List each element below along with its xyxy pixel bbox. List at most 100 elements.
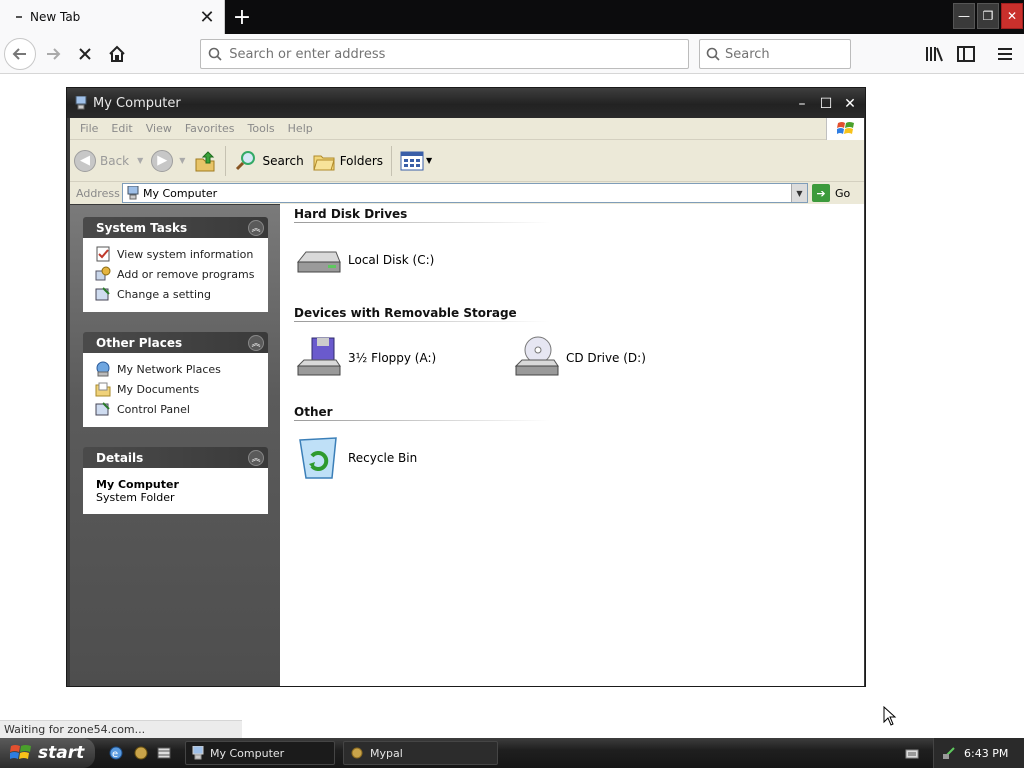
menu-tools[interactable]: Tools: [248, 122, 275, 135]
recycle-bin[interactable]: Recycle Bin: [294, 434, 417, 482]
url-bar[interactable]: [200, 39, 689, 69]
task-add-remove-programs[interactable]: Add or remove programs: [95, 264, 260, 284]
menu-edit[interactable]: Edit: [111, 122, 132, 135]
stop-button[interactable]: [69, 38, 101, 70]
item-label: Recycle Bin: [348, 451, 418, 465]
system-info-icon: [96, 246, 110, 262]
computer-icon: [127, 186, 139, 200]
computer-icon: [192, 746, 204, 760]
group-divider: [294, 321, 550, 322]
browser-status-bar: Waiting for zone54.com...: [0, 720, 242, 738]
taskbar-button-mypal[interactable]: Mypal: [343, 741, 498, 765]
window-minimize-button[interactable]: –: [792, 95, 812, 113]
other-places-title: Other Places: [96, 335, 183, 350]
control-panel-icon: [95, 402, 110, 416]
details-body: My Computer System Folder: [83, 468, 268, 514]
details-title: Details: [96, 450, 144, 465]
hamburger-menu-icon[interactable]: [993, 42, 1017, 66]
clock[interactable]: 6:43 PM: [964, 747, 1008, 760]
start-label: start: [38, 743, 85, 763]
window-close-button[interactable]: ✕: [840, 95, 860, 113]
item-label: Local Disk (C:): [348, 253, 435, 267]
sidebar-icon[interactable]: [954, 42, 978, 66]
place-my-documents[interactable]: My Documents: [95, 379, 260, 399]
start-button[interactable]: start: [0, 738, 95, 768]
tab-loading-icon: [16, 16, 22, 18]
browser-close-button[interactable]: ✕: [1001, 3, 1023, 29]
tab-new-tab[interactable]: New Tab ✕: [0, 0, 225, 34]
details-name: My Computer: [96, 478, 179, 491]
details-type: System Folder: [96, 491, 175, 504]
drive-floppy-a[interactable]: 3½ Floppy (A:): [294, 334, 436, 382]
mouse-pointer-icon: [883, 706, 897, 726]
menu-file[interactable]: File: [80, 122, 98, 135]
tab-close-icon[interactable]: ✕: [190, 0, 224, 34]
menu-help[interactable]: Help: [288, 122, 313, 135]
back-button[interactable]: ◀ Back ▼: [70, 143, 147, 179]
group-header-removable-storage: Devices with Removable Storage: [294, 306, 517, 320]
url-input[interactable]: [229, 46, 688, 62]
home-button[interactable]: [101, 38, 133, 70]
views-button[interactable]: ▼: [396, 143, 436, 179]
menu-view[interactable]: View: [146, 122, 172, 135]
task-label: View system information: [117, 247, 254, 261]
forward-button[interactable]: ▶ ▼: [147, 143, 189, 179]
collapse-icon[interactable]: ︽: [248, 449, 264, 466]
menu-favorites[interactable]: Favorites: [185, 122, 235, 135]
task-pane: System Tasks ︽ View system information A…: [70, 205, 280, 686]
browser-restore-button[interactable]: ❐: [977, 3, 999, 29]
address-field[interactable]: My Computer ▼: [122, 183, 808, 203]
task-view-system-information[interactable]: View system information: [95, 244, 260, 264]
cd-drive-icon: [514, 336, 559, 376]
place-control-panel[interactable]: Control Panel: [95, 399, 260, 419]
folders-icon: [313, 155, 335, 170]
drive-local-disk-c[interactable]: Local Disk (C:): [294, 236, 434, 284]
place-my-network-places[interactable]: My Network Places: [95, 359, 260, 379]
keyboard-icon[interactable]: [905, 746, 919, 760]
place-label: My Network Places: [117, 362, 221, 376]
item-label: CD Drive (D:): [566, 351, 646, 365]
details-header[interactable]: Details ︽: [83, 447, 268, 468]
media-quicklaunch-icon[interactable]: [156, 745, 172, 761]
forward-button[interactable]: [37, 38, 69, 70]
system-tasks-header[interactable]: System Tasks ︽: [83, 217, 268, 238]
mypal-quicklaunch-icon[interactable]: [133, 745, 149, 761]
new-tab-button[interactable]: +: [226, 0, 258, 34]
search-input[interactable]: [725, 46, 850, 62]
toolbar-separator: [225, 145, 227, 176]
system-tasks-body: View system information Add or remove pr…: [83, 238, 268, 312]
network-tray-icon[interactable]: [942, 746, 956, 760]
add-remove-programs-icon: [95, 266, 111, 281]
drive-cd-d[interactable]: CD Drive (D:): [512, 334, 646, 382]
stop-icon: [79, 48, 91, 60]
item-label: 3½ Floppy (A:): [348, 351, 437, 365]
search-bar[interactable]: [699, 39, 851, 69]
other-places-header[interactable]: Other Places ︽: [83, 332, 268, 353]
folders-button[interactable]: Folders: [308, 143, 387, 179]
collapse-icon[interactable]: ︽: [248, 219, 264, 236]
window-title: My Computer: [93, 95, 181, 111]
system-tasks-title: System Tasks: [96, 220, 188, 235]
folders-label: Folders: [339, 153, 384, 168]
task-change-a-setting[interactable]: Change a setting: [95, 284, 260, 304]
task-label: Add or remove programs: [117, 267, 255, 281]
home-icon: [109, 45, 125, 62]
search-button[interactable]: Search: [230, 143, 307, 179]
collapse-icon[interactable]: ︽: [248, 334, 264, 351]
up-folder-button[interactable]: [189, 143, 221, 179]
group-divider: [294, 420, 550, 421]
arrow-left-icon: [12, 48, 26, 60]
chevron-down-icon: ▼: [179, 156, 186, 165]
place-label: My Documents: [117, 382, 200, 396]
network-places-icon: [96, 361, 110, 377]
library-icon[interactable]: [922, 42, 946, 66]
window-titlebar[interactable]: My Computer – ☐ ✕: [67, 88, 865, 118]
go-button[interactable]: ➔ Go: [812, 184, 850, 202]
place-label: Control Panel: [117, 402, 190, 416]
address-dropdown-button[interactable]: ▼: [791, 184, 807, 202]
back-button[interactable]: [4, 38, 36, 70]
window-maximize-button[interactable]: ☐: [816, 95, 836, 113]
browser-minimize-button[interactable]: —: [953, 3, 975, 29]
ie-quicklaunch-icon[interactable]: e: [108, 745, 124, 761]
taskbar-button-my-computer[interactable]: My Computer: [185, 741, 335, 765]
